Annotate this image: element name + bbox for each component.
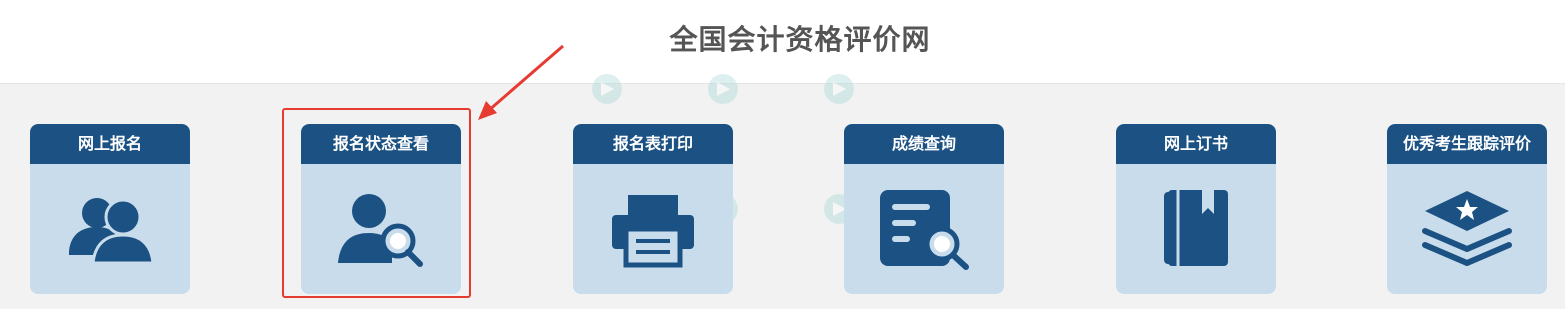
annotation-arrow-icon	[478, 44, 564, 120]
